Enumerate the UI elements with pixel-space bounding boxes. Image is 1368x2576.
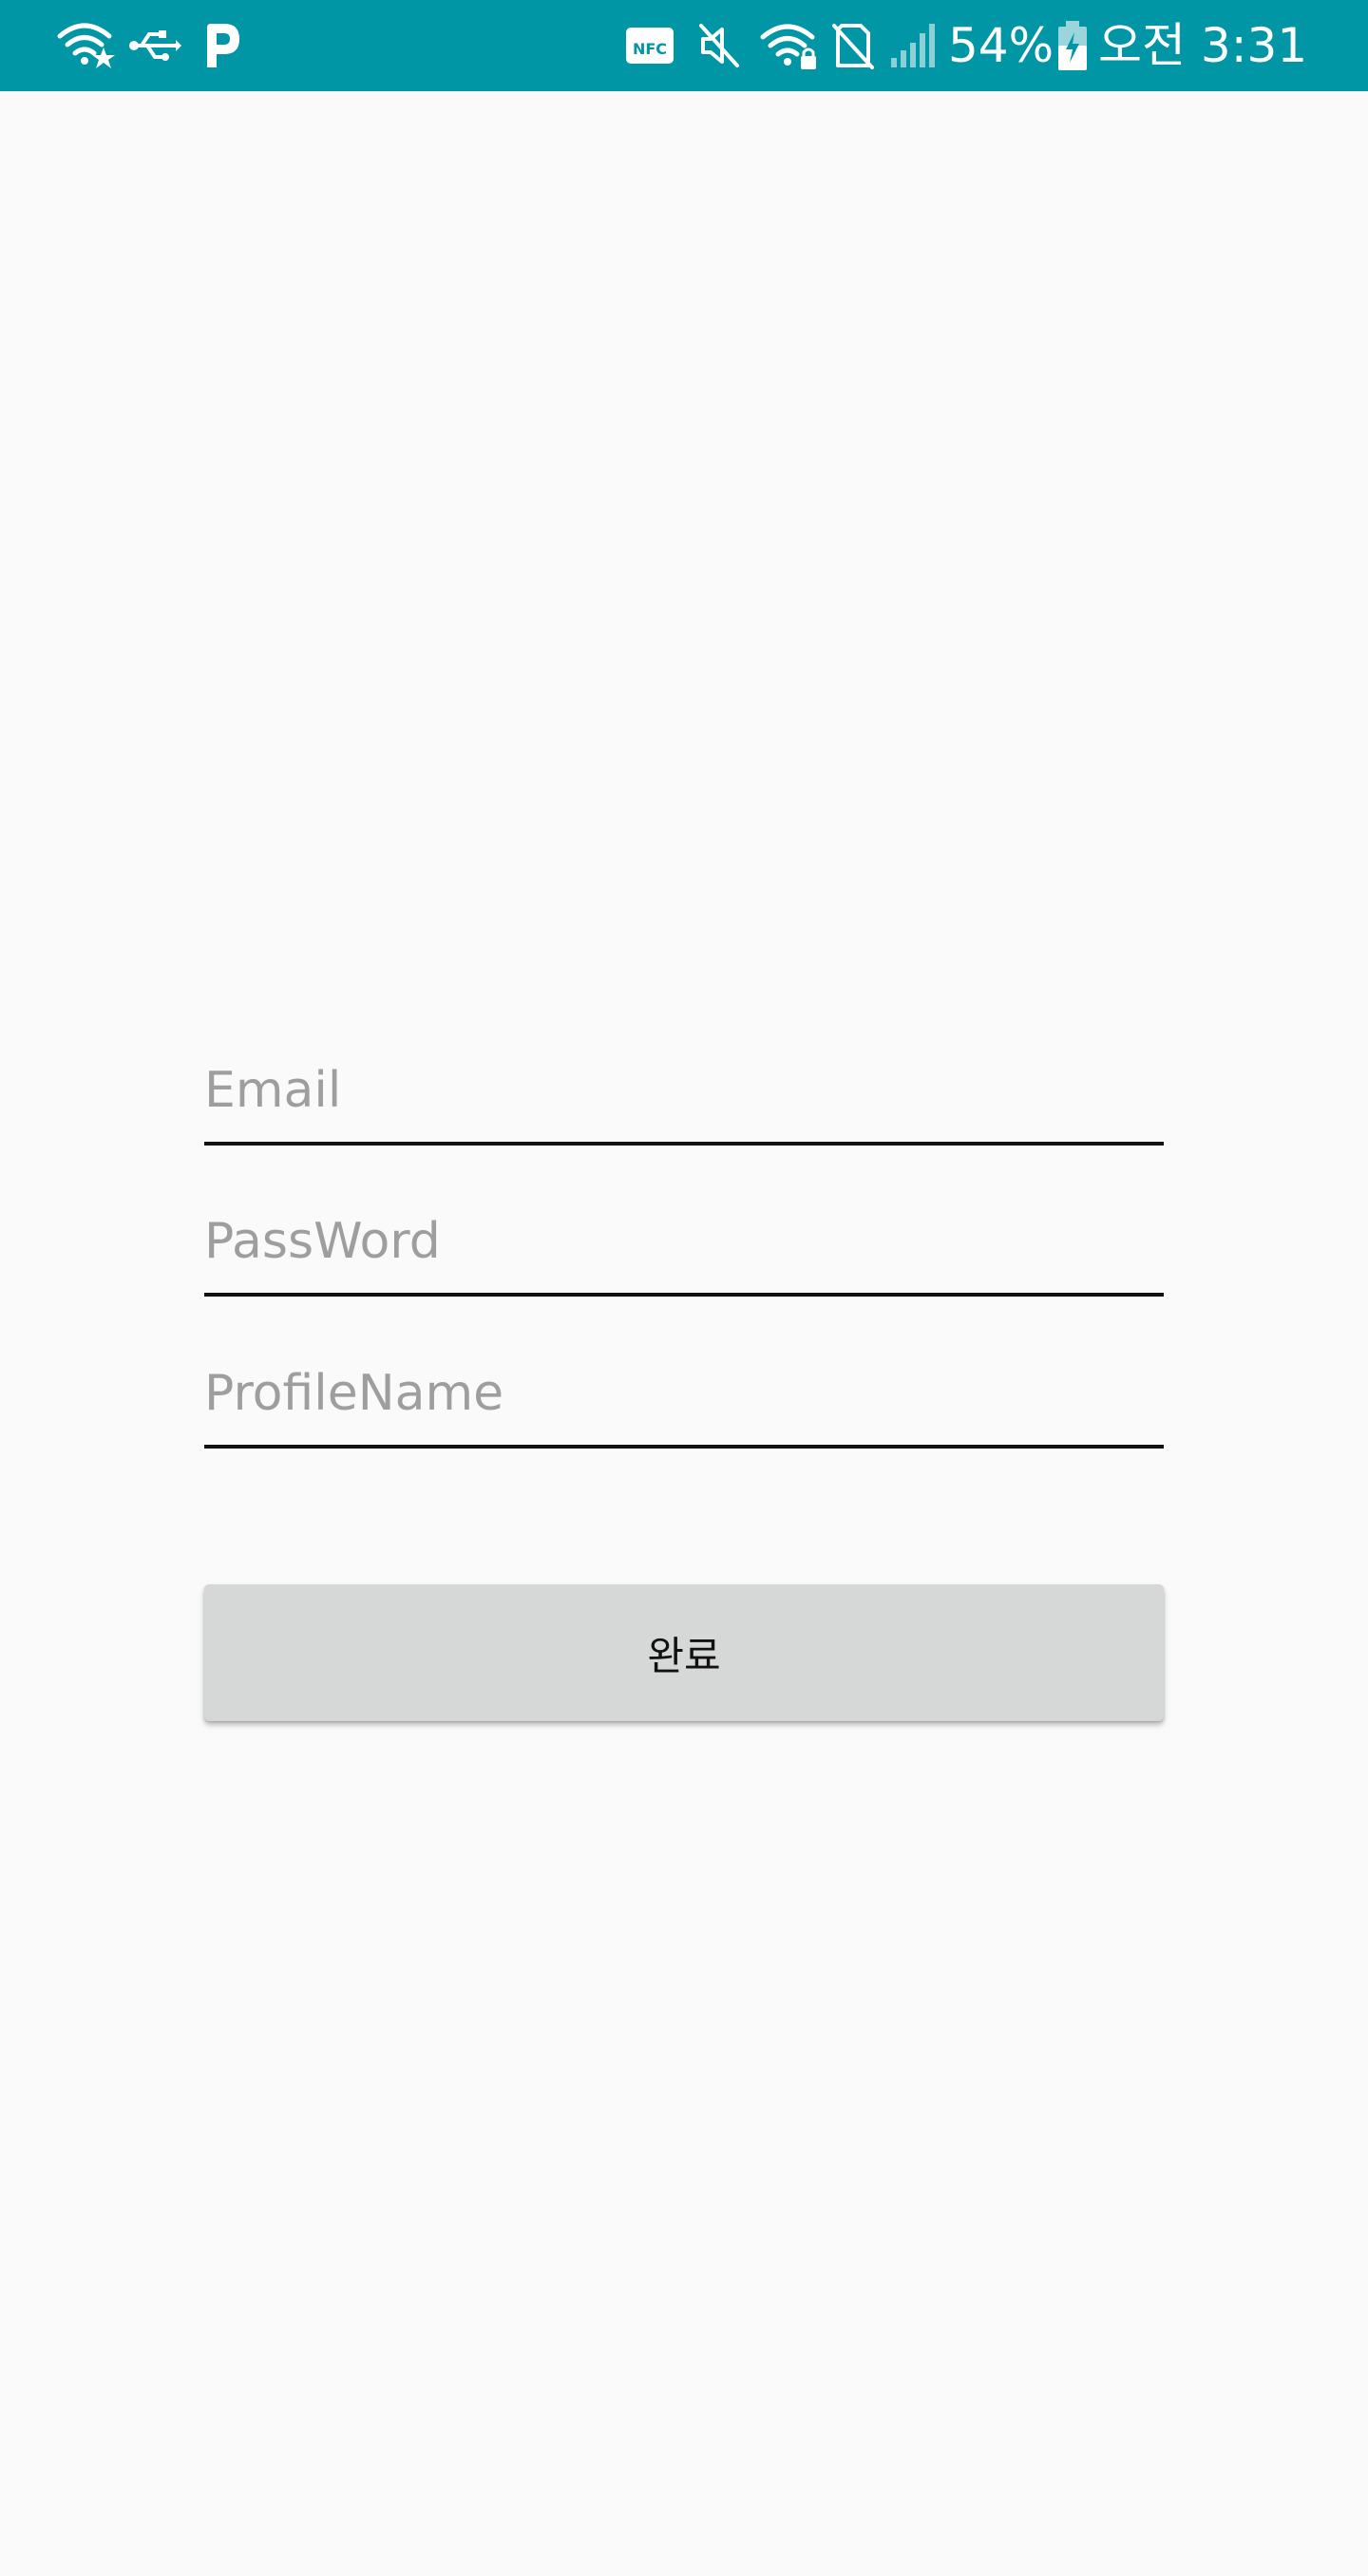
no-sim-icon: [828, 0, 876, 91]
signal-icon: [887, 0, 940, 91]
wifi-star-icon: [55, 0, 118, 91]
email-input[interactable]: [204, 1041, 1164, 1140]
usb-icon: [127, 0, 182, 91]
password-input[interactable]: [204, 1192, 1164, 1291]
nfc-icon: NFC: [623, 0, 676, 91]
wifi-lock-icon: [758, 0, 819, 91]
status-bar: NFC 54% 오전 3:31: [0, 0, 1368, 91]
done-button[interactable]: 완료: [204, 1584, 1164, 1721]
nfc-label: NFC: [633, 40, 667, 58]
password-underline: [204, 1293, 1164, 1297]
signup-screen: 완료: [0, 91, 1368, 2576]
profile-name-field-container: [204, 1344, 1164, 1449]
clock-time: 오전 3:31: [1098, 18, 1308, 73]
battery-charging-icon: [1053, 0, 1092, 91]
mute-icon: [695, 0, 743, 91]
email-underline: [204, 1142, 1164, 1146]
email-field-container: [204, 1041, 1164, 1146]
profile-name-input[interactable]: [204, 1344, 1164, 1443]
battery-percent: 54%: [948, 18, 1054, 73]
password-field-container: [204, 1192, 1164, 1297]
parking-p-icon: [201, 0, 243, 91]
profile-name-underline: [204, 1445, 1164, 1449]
